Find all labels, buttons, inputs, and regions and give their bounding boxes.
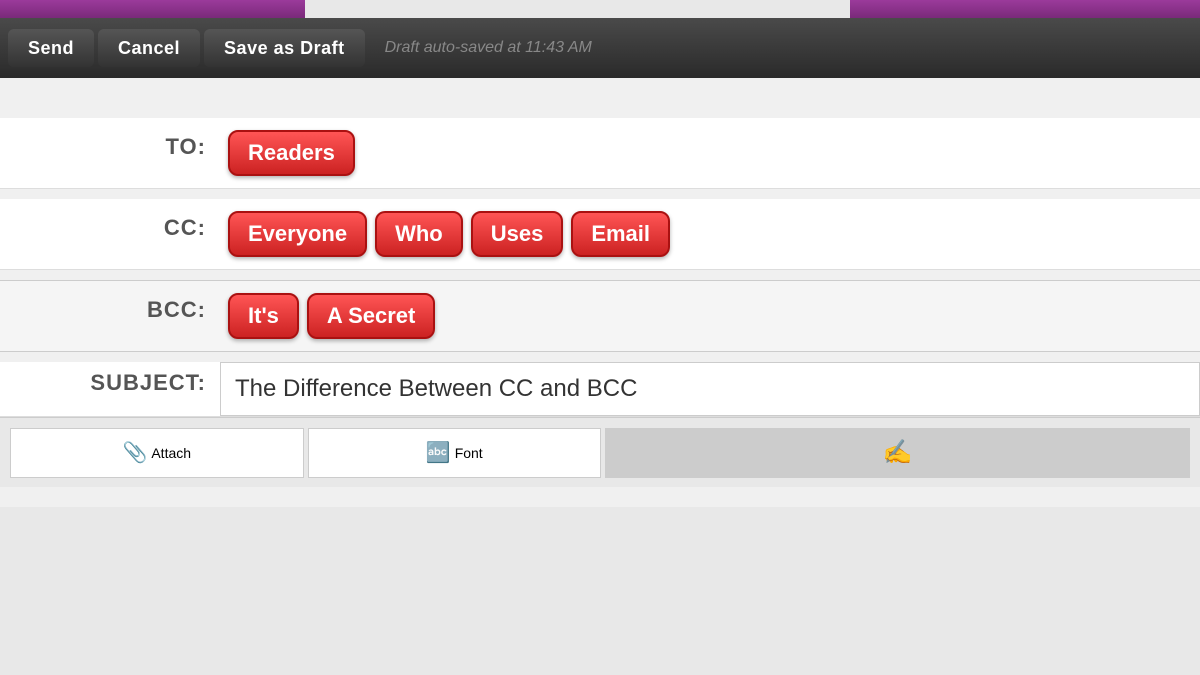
preview-icon: ✍ bbox=[883, 438, 913, 467]
top-bar-right bbox=[850, 0, 1200, 18]
recipient-tag-who[interactable]: Who bbox=[375, 211, 463, 257]
top-bar-middle bbox=[305, 0, 850, 18]
recipient-tag-its[interactable]: It's bbox=[228, 293, 299, 339]
format-toolbar: 📎 Attach 🔤 Font ✍ bbox=[0, 417, 1200, 487]
paperclip-icon: 📎 bbox=[122, 440, 147, 465]
top-bar bbox=[0, 0, 1200, 18]
format-preview: ✍ bbox=[605, 428, 1190, 478]
font-label: Font bbox=[455, 445, 483, 461]
recipient-tag-uses[interactable]: Uses bbox=[471, 211, 564, 257]
cc-label: CC: bbox=[0, 207, 220, 241]
subject-field[interactable]: The Difference Between CC and BCC bbox=[220, 362, 1200, 416]
email-form: TO: Readers CC: Everyone Who Uses Email … bbox=[0, 78, 1200, 507]
top-bar-left bbox=[0, 0, 305, 18]
attach-label: Attach bbox=[151, 445, 191, 461]
bcc-field-content: It's A Secret bbox=[220, 289, 1200, 343]
cc-field-content: Everyone Who Uses Email bbox=[220, 207, 1200, 261]
spacer-top bbox=[0, 98, 1200, 118]
subject-label: SUBJECT: bbox=[0, 362, 220, 416]
save-draft-button[interactable]: Save as Draft bbox=[204, 29, 365, 67]
to-row: TO: Readers bbox=[0, 118, 1200, 189]
bcc-row: BCC: It's A Secret bbox=[0, 280, 1200, 352]
attach-button[interactable]: 📎 Attach bbox=[10, 428, 304, 478]
cc-row: CC: Everyone Who Uses Email bbox=[0, 199, 1200, 270]
email-toolbar: Send Cancel Save as Draft Draft auto-sav… bbox=[0, 18, 1200, 78]
font-icon: 🔤 bbox=[426, 440, 451, 465]
send-button[interactable]: Send bbox=[8, 29, 94, 67]
cancel-button[interactable]: Cancel bbox=[98, 29, 200, 67]
to-label: TO: bbox=[0, 126, 220, 160]
recipient-tag-email[interactable]: Email bbox=[571, 211, 670, 257]
to-field-content: Readers bbox=[220, 126, 1200, 180]
draft-status: Draft auto-saved at 11:43 AM bbox=[385, 39, 592, 57]
recipient-tag-everyone[interactable]: Everyone bbox=[228, 211, 367, 257]
recipient-tag-readers[interactable]: Readers bbox=[228, 130, 355, 176]
recipient-tag-asecret[interactable]: A Secret bbox=[307, 293, 435, 339]
bcc-label: BCC: bbox=[0, 289, 220, 323]
subject-row: SUBJECT: The Difference Between CC and B… bbox=[0, 362, 1200, 417]
font-button[interactable]: 🔤 Font bbox=[308, 428, 602, 478]
